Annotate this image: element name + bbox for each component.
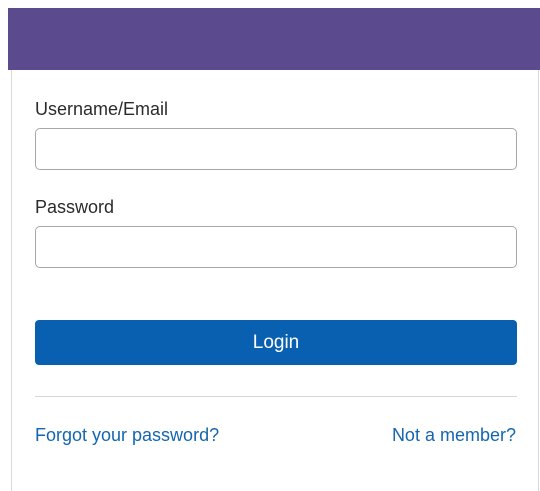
header-bar [8, 8, 540, 70]
forgot-password-link[interactable]: Forgot your password? [35, 424, 219, 446]
password-label: Password [35, 197, 115, 217]
password-input[interactable] [35, 226, 517, 268]
divider [35, 396, 517, 397]
username-label: Username/Email [35, 99, 169, 119]
username-input[interactable] [35, 128, 517, 170]
login-button[interactable]: Login [35, 320, 517, 365]
not-a-member-link[interactable]: Not a member? [392, 424, 516, 446]
